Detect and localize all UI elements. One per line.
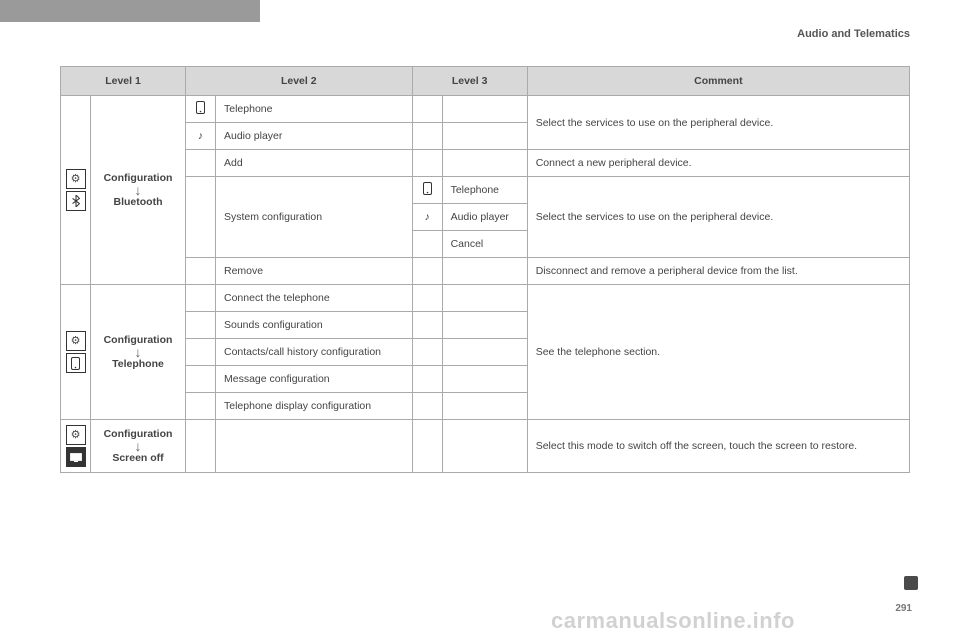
- page-number: 291: [895, 603, 912, 614]
- col-level2: Level 2: [186, 67, 413, 96]
- level2-system-config: System configuration: [216, 177, 413, 258]
- comment-screen-off: Select this mode to switch off the scree…: [527, 420, 909, 473]
- down-arrow-icon: ↓: [135, 186, 142, 194]
- gears-icon: ⚙: [66, 331, 86, 351]
- level2-icon-cell: [186, 96, 216, 123]
- table-row: System configuration Telephone Select th…: [61, 177, 910, 204]
- col-level3: Level 3: [412, 67, 527, 96]
- level1-bluetooth-label: Bluetooth: [114, 196, 163, 208]
- section-header: Audio and Telematics: [797, 28, 910, 40]
- comment-see-telephone: See the telephone section.: [527, 285, 909, 420]
- phone-icon: [66, 353, 86, 373]
- level2-telephone: Telephone: [216, 96, 413, 123]
- table-row: Remove Disconnect and remove a periphera…: [61, 258, 910, 285]
- comment-disconnect-remove: Disconnect and remove a peripheral devic…: [527, 258, 909, 285]
- level1-label-cell: Configuration ↓ Screen off: [91, 420, 186, 473]
- gears-icon: ⚙: [66, 169, 86, 189]
- menu-structure-table: Level 1 Level 2 Level 3 Comment ⚙ Config…: [60, 66, 910, 473]
- phone-icon: [423, 186, 432, 198]
- comment-select-services-2: Select the services to use on the periph…: [527, 177, 909, 258]
- level2-contacts-config: Contacts/call history configuration: [216, 339, 413, 366]
- level1-label-cell: Configuration ↓ Bluetooth: [91, 96, 186, 285]
- music-note-icon: ♪: [424, 211, 429, 223]
- level2-audio-player: Audio player: [216, 123, 413, 150]
- music-note-icon: ♪: [198, 130, 203, 142]
- bluetooth-svg: [71, 195, 81, 207]
- level2-add: Add: [216, 150, 413, 177]
- page-marker-dot: [904, 576, 918, 590]
- down-arrow-icon: ↓: [135, 348, 142, 356]
- level1-icon-cell: ⚙: [61, 285, 91, 420]
- table-row: Add Connect a new peripheral device.: [61, 150, 910, 177]
- table-row: ⚙ Configuration ↓ Bluetooth Telephone: [61, 96, 910, 123]
- level2-message-config: Message configuration: [216, 366, 413, 393]
- table-header-row: Level 1 Level 2 Level 3 Comment: [61, 67, 910, 96]
- comment-connect-new: Connect a new peripheral device.: [527, 150, 909, 177]
- level2-connect-telephone: Connect the telephone: [216, 285, 413, 312]
- down-arrow-icon: ↓: [135, 442, 142, 450]
- watermark: carmanualsonline.info: [551, 608, 795, 634]
- level3-icon-cell: ♪: [412, 204, 442, 231]
- table-row: ⚙ Configuration ↓ Telephone Connect the …: [61, 285, 910, 312]
- top-decorative-strip: [0, 0, 260, 22]
- level3-audio-player: Audio player: [442, 204, 527, 231]
- phone-icon: [196, 105, 205, 117]
- level3-telephone: Telephone: [442, 177, 527, 204]
- table-row: ⚙ Configuration ↓ Screen off Select this…: [61, 420, 910, 473]
- screen-icon: [66, 447, 86, 467]
- level1-icon-cell: ⚙: [61, 96, 91, 285]
- level1-icon-cell: ⚙: [61, 420, 91, 473]
- bluetooth-icon: [66, 191, 86, 211]
- col-level1: Level 1: [61, 67, 186, 96]
- comment-select-services: Select the services to use on the periph…: [527, 96, 909, 150]
- gears-icon: ⚙: [66, 425, 86, 445]
- level2-sounds-config: Sounds configuration: [216, 312, 413, 339]
- level2-remove: Remove: [216, 258, 413, 285]
- level2-tel-display-config: Telephone display configuration: [216, 393, 413, 420]
- col-comment: Comment: [527, 67, 909, 96]
- level3-cancel: Cancel: [442, 231, 527, 258]
- level3-icon-cell: [412, 177, 442, 204]
- level1-label-cell: Configuration ↓ Telephone: [91, 285, 186, 420]
- level1-telephone-label: Telephone: [112, 358, 164, 370]
- level2-icon-cell: ♪: [186, 123, 216, 150]
- level1-screenoff-label: Screen off: [112, 452, 163, 464]
